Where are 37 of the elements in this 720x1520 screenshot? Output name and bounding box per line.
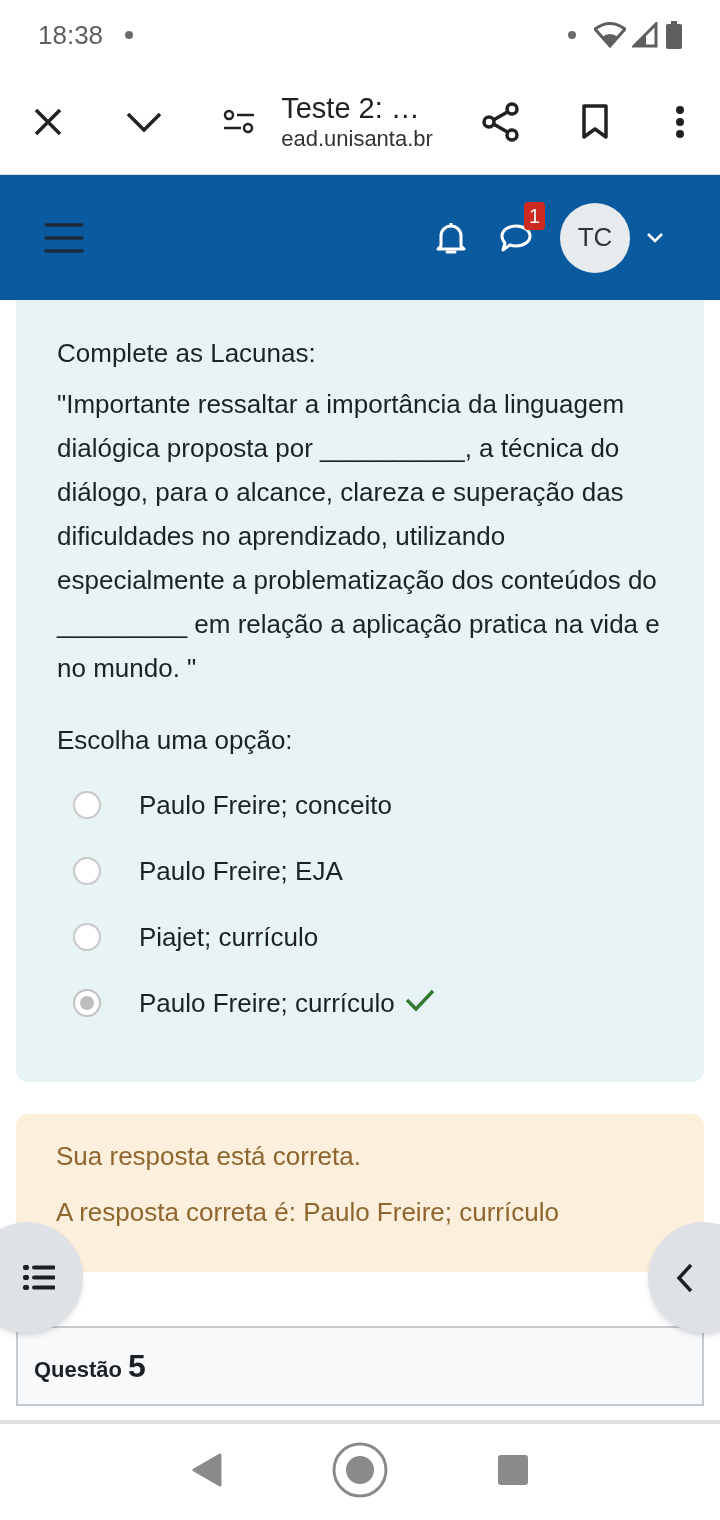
sliders-icon (223, 109, 256, 135)
status-time: 18:38 (38, 18, 104, 52)
user-avatar[interactable]: TC (560, 202, 630, 273)
more-icon (675, 105, 686, 139)
correct-answer-text: A resposta correta é: Paulo Freire; currículo (56, 1196, 560, 1229)
option-label: Paulo Freire; EJA (139, 854, 343, 888)
signal-icon (632, 22, 658, 48)
option-label: Paulo Freire; conceito (139, 788, 392, 822)
back-icon[interactable] (192, 1453, 222, 1487)
battery-icon (666, 21, 682, 49)
menu-icon (44, 221, 84, 254)
close-icon (32, 107, 63, 137)
radio-button[interactable] (73, 923, 101, 951)
option-label: Paulo Freire; currículo (139, 986, 395, 1020)
question-heading: Complete as Lacunas: (57, 337, 317, 370)
speech-bubble-icon (499, 222, 533, 253)
home-icon[interactable] (332, 1442, 388, 1498)
option-label: Piajet; currículo (139, 920, 319, 954)
unread-count-badge: 1 (524, 201, 546, 230)
radio-button[interactable] (73, 857, 101, 885)
page-url: ead.unisanta.br (281, 125, 434, 153)
chevron-left-icon (676, 1262, 694, 1293)
radio-button[interactable] (73, 989, 101, 1017)
radio-button[interactable] (73, 791, 101, 819)
page-title: Teste 2: … (281, 91, 421, 125)
bell-icon (436, 220, 466, 255)
question-text: "Importante ressaltar a importância da linguagem dialógica proposta por __________, a técnica do diálogo, para o alcance, clareza e superação das dificuldades no aprendizado, utilizando especialmente a problematização dos conteúdos do _________ em relação a aplicação pratica na vida e no mundo. " (57, 388, 661, 685)
bookmark-icon (581, 104, 610, 140)
chevron-down-icon[interactable] (646, 231, 664, 244)
question-number: 5 (128, 1347, 146, 1386)
chevron-down-icon (125, 111, 162, 133)
wifi-icon (594, 22, 626, 48)
question-label: Questão (34, 1356, 123, 1384)
share-icon (480, 102, 521, 142)
choose-option-label: Escolha uma opção: (57, 724, 294, 757)
list-icon (23, 1264, 55, 1291)
feedback-status: Sua resposta está correta. (56, 1140, 362, 1173)
